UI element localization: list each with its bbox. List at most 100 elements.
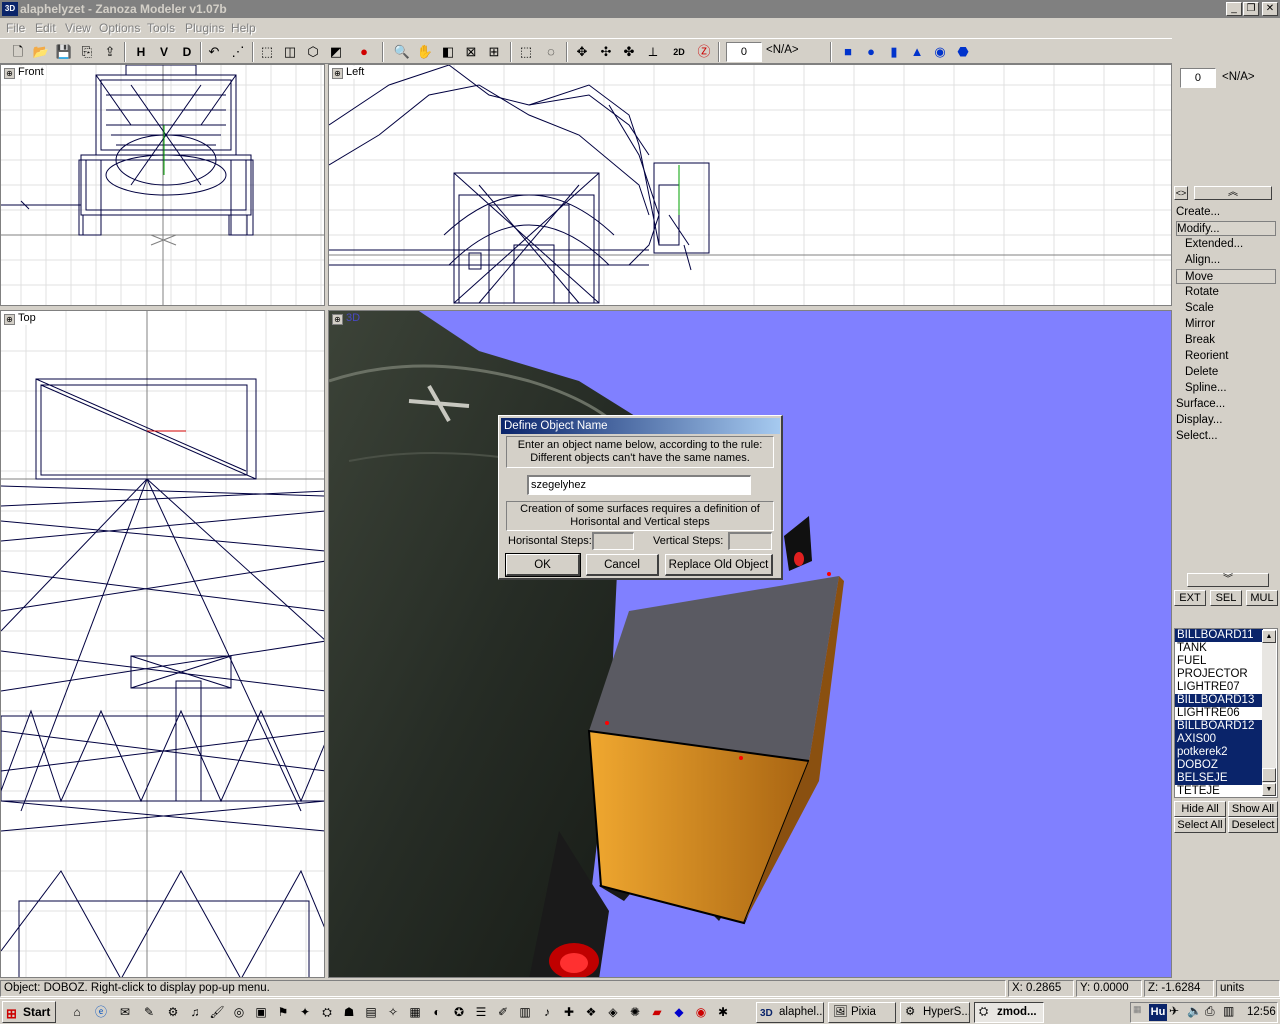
- language-indicator[interactable]: Hu: [1149, 1004, 1167, 1021]
- menu-help[interactable]: Help: [231, 21, 256, 35]
- zoom-icon[interactable]: 🔍: [392, 42, 412, 62]
- primitive-sphere-icon[interactable]: ●: [861, 42, 881, 62]
- export-icon[interactable]: ⇪: [100, 42, 120, 62]
- app-icon-12[interactable]: ☰: [472, 1003, 490, 1021]
- app-icon-5[interactable]: ⛭: [318, 1003, 336, 1021]
- app-icon[interactable]: 3D: [2, 2, 18, 16]
- primitive-box-icon[interactable]: ■: [838, 42, 858, 62]
- scroll-up-arrow-icon[interactable]: ▲: [1262, 630, 1276, 643]
- menu-file[interactable]: File: [6, 21, 25, 35]
- viewport-left-label[interactable]: ⊕ Left: [332, 66, 367, 79]
- pan-hand-icon[interactable]: ✋: [415, 42, 435, 62]
- object-list-item[interactable]: FUEL: [1175, 655, 1263, 668]
- pin-icon[interactable]: ⊕: [4, 68, 15, 79]
- command-rotate[interactable]: Rotate: [1185, 285, 1219, 300]
- speaker-icon[interactable]: 🔈: [1187, 1004, 1202, 1018]
- command-create[interactable]: Create...: [1176, 205, 1220, 220]
- hide-all-button[interactable]: Hide All: [1174, 801, 1226, 817]
- restore-button[interactable]: ❐: [1243, 2, 1259, 16]
- paint-icon[interactable]: 🖌: [208, 1003, 226, 1021]
- z-axis-icon[interactable]: Ⓩ: [694, 42, 714, 62]
- primitive-cone-icon[interactable]: ▲: [907, 42, 927, 62]
- depth-view-button[interactable]: D: [177, 42, 197, 62]
- vertical-steps-input[interactable]: [728, 532, 772, 550]
- cancel-button[interactable]: Cancel: [586, 554, 659, 576]
- toolbar-spinner[interactable]: 0: [726, 42, 762, 62]
- menu-tools[interactable]: Tools: [147, 21, 175, 35]
- save-icon[interactable]: 💾: [54, 42, 74, 62]
- mul-button[interactable]: MUL: [1246, 590, 1278, 606]
- show-all-button[interactable]: Show All: [1228, 801, 1278, 817]
- outlook-icon[interactable]: ✉: [116, 1003, 134, 1021]
- pin-icon[interactable]: ⊕: [332, 314, 343, 325]
- open-folder-icon[interactable]: 📂: [31, 42, 51, 62]
- app-icon-16[interactable]: ✚: [560, 1003, 578, 1021]
- move-axes-icon[interactable]: ✥: [572, 42, 592, 62]
- wire-box-icon[interactable]: ⬡: [303, 42, 323, 62]
- app-icon-9[interactable]: ▦: [406, 1003, 424, 1021]
- command-break[interactable]: Break: [1185, 333, 1215, 348]
- app-icon-11[interactable]: ✪: [450, 1003, 468, 1021]
- command-scale[interactable]: Scale: [1185, 301, 1214, 316]
- app-icon-15[interactable]: ♪: [538, 1003, 556, 1021]
- object-list-item[interactable]: potkerek2: [1175, 746, 1263, 759]
- app-icon-6[interactable]: ☗: [340, 1003, 358, 1021]
- object-list[interactable]: BILLBOARD11 TANK FUEL PROJECTOR LIGHTRE07 BIL…: [1174, 628, 1278, 798]
- menu-view[interactable]: View: [65, 21, 91, 35]
- axis-icon[interactable]: ⟂: [643, 42, 663, 62]
- viewport-front[interactable]: ⊕ Front: [0, 64, 325, 306]
- rotate-axes-icon[interactable]: ✣: [596, 42, 616, 62]
- menu-options[interactable]: Options: [99, 21, 140, 35]
- app-icon-10[interactable]: ◐: [428, 1003, 446, 1021]
- undo-icon[interactable]: ↶: [204, 42, 224, 62]
- command-modify[interactable]: Modify...: [1176, 221, 1276, 236]
- app-icon-8[interactable]: ✧: [384, 1003, 402, 1021]
- vertex-icon[interactable]: ⋰: [228, 42, 248, 62]
- object-name-input[interactable]: szegelyhez: [527, 475, 751, 495]
- sound-icon[interactable]: ♫: [186, 1003, 204, 1021]
- deselect-button[interactable]: Deselect: [1228, 817, 1278, 833]
- app-icon-20[interactable]: ▰: [648, 1003, 666, 1021]
- horisontal-steps-input[interactable]: [592, 532, 634, 550]
- app-icon-3[interactable]: ⚑: [274, 1003, 292, 1021]
- network-icon[interactable]: ✈: [1169, 1004, 1179, 1018]
- scroll-up-icon[interactable]: ︽: [1194, 186, 1272, 200]
- menu-plugins[interactable]: Plugins: [185, 21, 224, 35]
- command-surface[interactable]: Surface...: [1176, 397, 1225, 412]
- app-icon-4[interactable]: ✦: [296, 1003, 314, 1021]
- app-icon-19[interactable]: ✺: [626, 1003, 644, 1021]
- object-list-item[interactable]: DOBOZ: [1175, 759, 1263, 772]
- task-zmod[interactable]: ⛭ zmod...: [974, 1002, 1044, 1023]
- command-delete[interactable]: Delete: [1185, 365, 1218, 380]
- object-list-item[interactable]: AXIS00: [1175, 733, 1263, 746]
- render-sphere-icon[interactable]: ●: [354, 42, 374, 62]
- app-icon-21[interactable]: ◆: [670, 1003, 688, 1021]
- command-extended[interactable]: Extended...: [1185, 237, 1243, 252]
- save-as-icon[interactable]: ⎘: [77, 42, 97, 62]
- object-list-item[interactable]: BELSEJE: [1175, 772, 1263, 785]
- command-align[interactable]: Align...: [1185, 253, 1220, 268]
- desktop-icon[interactable]: ⌂: [68, 1003, 86, 1021]
- object-list-item[interactable]: LIGHTRE06: [1175, 707, 1263, 720]
- tool-icon[interactable]: ⚙: [164, 1003, 182, 1021]
- object-list-item[interactable]: BILLBOARD12: [1175, 720, 1263, 733]
- app-icon-7[interactable]: ▤: [362, 1003, 380, 1021]
- ok-button[interactable]: OK: [505, 553, 581, 577]
- orbit-icon[interactable]: ◧: [438, 42, 458, 62]
- object-list-scrollbar[interactable]: ▲ ▼: [1262, 630, 1276, 796]
- select-circle-icon[interactable]: ◌: [541, 42, 561, 62]
- viewport-left[interactable]: ⊕ Left: [328, 64, 1172, 306]
- app-icon-2[interactable]: ▣: [252, 1003, 270, 1021]
- panel-toggle-button[interactable]: <>: [1174, 186, 1188, 200]
- app-icon-1[interactable]: ◎: [230, 1003, 248, 1021]
- tray-icon-2[interactable]: ▥: [1223, 1004, 1234, 1018]
- command-mirror[interactable]: Mirror: [1185, 317, 1215, 332]
- start-button[interactable]: ⊞ Start: [2, 1001, 56, 1023]
- close-button[interactable]: ✕: [1262, 2, 1278, 16]
- app-icon-23[interactable]: ✱: [714, 1003, 732, 1021]
- box-icon[interactable]: ◫: [280, 42, 300, 62]
- scroll-thumb[interactable]: [1262, 768, 1276, 782]
- app-icon-14[interactable]: ▥: [516, 1003, 534, 1021]
- panel-spinner[interactable]: 0: [1180, 68, 1216, 88]
- scale-axes-icon[interactable]: ✤: [619, 42, 639, 62]
